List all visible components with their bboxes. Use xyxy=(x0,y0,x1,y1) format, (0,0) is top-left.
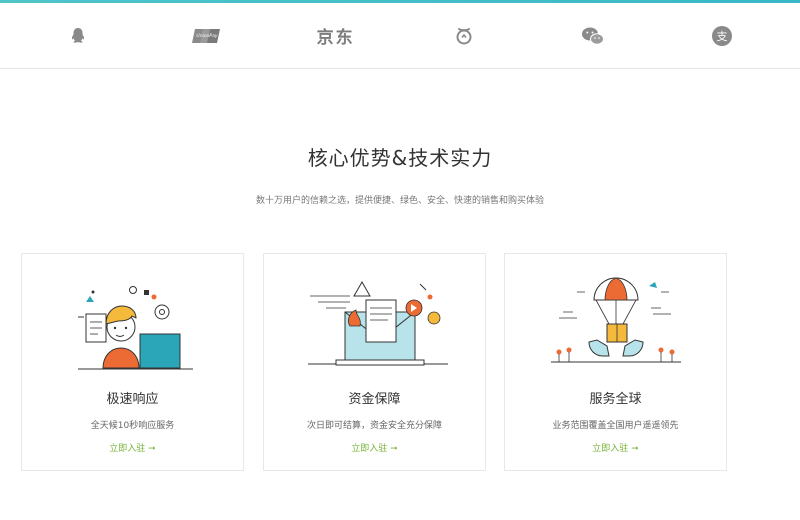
card-description: 业务范围覆盖全国用户遥遥领先 xyxy=(552,421,679,431)
section-title: 核心优势&技术实力 xyxy=(307,146,493,170)
partner-qq[interactable] xyxy=(18,16,138,56)
wechat-icon xyxy=(581,27,604,45)
alipay-glyph: 支 xyxy=(716,30,727,43)
feature-card-funds: 资金保障 次日即可结算，资金安全充分保障 立即入驻 ➞ xyxy=(263,253,486,471)
feature-card-global: 服务全球 业务范围覆盖全国用户遥遥领先 立即入驻 ➞ xyxy=(504,253,727,471)
partner-alipay[interactable]: 支 xyxy=(662,16,782,56)
partner-wechat[interactable] xyxy=(533,16,653,56)
partner-logo-bar: UnionPay 京东 支 xyxy=(0,3,800,69)
card-title: 资金保障 xyxy=(348,392,401,407)
partner-tenpay[interactable] xyxy=(404,16,524,56)
card-title: 极速响应 xyxy=(106,392,159,407)
join-now-link[interactable]: 立即入驻 ➞ xyxy=(22,441,243,454)
feature-card-response: 极速响应 全天候10秒响应服务 立即入驻 ➞ xyxy=(21,253,244,471)
join-now-label: 立即入驻 ➞ xyxy=(109,444,156,454)
partner-unionpay[interactable]: UnionPay xyxy=(147,16,267,56)
section-subtitle: 数十万用户的信赖之选，提供便捷、绿色、安全、快速的销售和购买体验 xyxy=(255,196,544,206)
unionpay-text: UnionPay xyxy=(196,33,217,39)
qq-icon xyxy=(72,27,85,43)
unionpay-icon: UnionPay xyxy=(191,28,220,43)
card-description: 次日即可结算，资金安全充分保障 xyxy=(306,421,442,431)
jd-logo: 京东 xyxy=(316,28,355,48)
laptop-finance-illustration xyxy=(307,280,448,366)
card-description: 全天候10秒响应服务 xyxy=(90,421,175,431)
join-now-label: 立即入驻 ➞ xyxy=(592,444,639,454)
tenpay-icon xyxy=(456,27,472,44)
parachute-delivery-illustration xyxy=(550,277,681,363)
join-now-label: 立即入驻 ➞ xyxy=(351,444,398,454)
alipay-icon: 支 xyxy=(711,25,732,46)
partner-jd[interactable]: 京东 xyxy=(276,16,396,56)
card-title: 服务全球 xyxy=(589,392,642,407)
join-now-link[interactable]: 立即入驻 ➞ xyxy=(264,441,485,454)
support-agent-illustration xyxy=(77,286,193,370)
join-now-link[interactable]: 立即入驻 ➞ xyxy=(505,441,726,454)
